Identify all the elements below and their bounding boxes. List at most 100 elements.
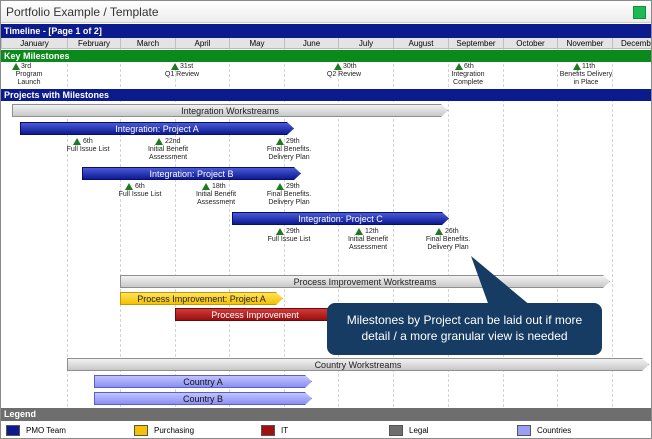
milestone-date: 12th bbox=[365, 228, 379, 235]
gridline bbox=[229, 49, 230, 407]
milestone-triangle-icon[interactable] bbox=[276, 138, 284, 145]
legend-label: Legal bbox=[409, 426, 429, 435]
milestone-triangle-icon[interactable] bbox=[155, 138, 163, 145]
process-improvement-project-a-bar[interactable]: Process Improvement: Project A bbox=[120, 292, 283, 305]
process-improvement-workstreams-bar[interactable]: Process Improvement Workstreams bbox=[120, 275, 610, 288]
month-february: February bbox=[67, 38, 120, 49]
legend-swatch bbox=[517, 425, 531, 436]
month-november: November bbox=[557, 38, 612, 49]
gridline bbox=[67, 49, 68, 407]
country-workstreams-bar[interactable]: Country Workstreams bbox=[67, 358, 649, 371]
month-header-row: January February March April May June Ju… bbox=[1, 38, 651, 49]
gridline bbox=[612, 49, 613, 407]
milestone-triangle-icon[interactable] bbox=[334, 63, 342, 70]
milestone-date: 6th bbox=[135, 183, 145, 190]
milestone-label-line: Launch bbox=[17, 79, 41, 86]
legend-swatch bbox=[6, 425, 20, 436]
milestone-date: 31st bbox=[180, 63, 194, 70]
gridline bbox=[175, 49, 176, 407]
month-march: March bbox=[120, 38, 175, 49]
title-bar: Portfolio Example / Template bbox=[1, 1, 651, 23]
milestone-date: 6th bbox=[464, 63, 474, 70]
milestone-label: Benefits Delivery in Place bbox=[551, 71, 621, 87]
milestone-date: 6th bbox=[83, 138, 93, 145]
month-october: October bbox=[503, 38, 557, 49]
milestone-label-line: Integration bbox=[451, 71, 485, 78]
milestone-date: 26th bbox=[445, 228, 459, 235]
milestone-triangle-icon[interactable] bbox=[355, 228, 363, 235]
milestone-label-line: Complete bbox=[453, 79, 483, 86]
milestone-label-line: Benefits Delivery bbox=[559, 71, 613, 78]
callout-line: detail / a more granular view is needed bbox=[361, 329, 568, 343]
milestone-date: 3rd bbox=[21, 63, 32, 70]
legend-label: PMO Team bbox=[26, 426, 66, 435]
milestone-triangle-icon[interactable] bbox=[573, 63, 581, 70]
milestone-label-line: Delivery Plan bbox=[427, 244, 469, 251]
status-square-icon[interactable] bbox=[633, 6, 646, 19]
gridline bbox=[284, 49, 285, 407]
gridline bbox=[120, 49, 121, 407]
milestone-triangle-icon[interactable] bbox=[12, 63, 20, 70]
milestone-date: 30th bbox=[343, 63, 357, 70]
projects-header: Projects with Milestones bbox=[1, 89, 651, 101]
milestone-date: 22nd bbox=[165, 138, 181, 145]
milestone-label: Final Benefits. Delivery Plan bbox=[415, 236, 481, 252]
milestone-triangle-icon[interactable] bbox=[73, 138, 81, 145]
month-may: May bbox=[229, 38, 284, 49]
milestone-triangle-icon[interactable] bbox=[435, 228, 443, 235]
legend-label: Countries bbox=[537, 426, 572, 435]
milestone-label: Initial Benefit Assessment bbox=[185, 191, 247, 207]
country-b-bar[interactable]: Country B bbox=[94, 392, 312, 405]
legend-label: Purchasing bbox=[154, 426, 195, 435]
integration-project-a-bar[interactable]: Integration: Project A bbox=[20, 122, 294, 135]
month-september: September bbox=[448, 38, 503, 49]
milestone-label: Full Issue List bbox=[66, 146, 110, 153]
milestone-label-line: Final Benefits. bbox=[266, 191, 312, 198]
legend-swatch bbox=[134, 425, 148, 436]
milestone-date: 29th bbox=[286, 228, 300, 235]
process-improvement-project-b-bar[interactable]: Process Improvement bbox=[175, 308, 335, 321]
milestone-label-line: Initial Benefit bbox=[347, 236, 389, 243]
milestone-date: 29th bbox=[286, 138, 300, 145]
milestone-triangle-icon[interactable] bbox=[455, 63, 463, 70]
month-june: June bbox=[284, 38, 338, 49]
milestone-date: 18th bbox=[212, 183, 226, 190]
milestone-date: 29th bbox=[286, 183, 300, 190]
milestone-triangle-icon[interactable] bbox=[276, 183, 284, 190]
milestone-label: Full Issue List bbox=[267, 236, 311, 243]
country-a-bar[interactable]: Country A bbox=[94, 375, 312, 388]
legend-header: Legend bbox=[1, 408, 651, 421]
milestone-label-line: Assessment bbox=[348, 244, 388, 251]
milestone-triangle-icon[interactable] bbox=[125, 183, 133, 190]
legend-row: PMO Team Purchasing IT Legal Countries bbox=[1, 421, 651, 438]
window-title: Portfolio Example / Template bbox=[6, 5, 159, 19]
milestone-label: Final Benefits. Delivery Plan bbox=[257, 191, 321, 207]
milestone-label: Full Issue List bbox=[118, 191, 162, 198]
milestone-label-line: Assessment bbox=[196, 199, 236, 206]
month-january: January bbox=[1, 38, 67, 49]
milestone-triangle-icon[interactable] bbox=[276, 228, 284, 235]
month-july: July bbox=[338, 38, 393, 49]
month-december: December bbox=[612, 38, 651, 49]
milestone-label-line: Assessment bbox=[148, 154, 188, 161]
milestone-label-line: Delivery Plan bbox=[268, 154, 310, 161]
legend-label: IT bbox=[281, 426, 289, 435]
integration-project-b-bar[interactable]: Integration: Project B bbox=[82, 167, 301, 180]
milestone-triangle-icon[interactable] bbox=[202, 183, 210, 190]
gantt-window: Portfolio Example / Template Timeline - … bbox=[0, 0, 652, 439]
key-milestones-header: Key Milestones bbox=[1, 50, 651, 62]
callout-line: Milestones by Project can be laid out if… bbox=[346, 313, 583, 327]
integration-project-c-bar[interactable]: Integration: Project C bbox=[232, 212, 449, 225]
month-august: August bbox=[393, 38, 448, 49]
milestone-label-line: in Place bbox=[573, 79, 599, 86]
integration-workstreams-bar[interactable]: Integration Workstreams bbox=[12, 104, 448, 117]
milestone-triangle-icon[interactable] bbox=[171, 63, 179, 70]
legend-swatch bbox=[261, 425, 275, 436]
milestone-label-line: Final Benefits. bbox=[425, 236, 471, 243]
legend-swatch bbox=[389, 425, 403, 436]
milestone-label: Q2 Review bbox=[326, 71, 362, 78]
callout-note: Milestones by Project can be laid out if… bbox=[327, 303, 602, 355]
milestone-label: Initial Benefit Assessment bbox=[137, 146, 199, 162]
milestone-label: Program Launch bbox=[7, 71, 51, 87]
milestone-label: Initial Benefit Assessment bbox=[337, 236, 399, 252]
